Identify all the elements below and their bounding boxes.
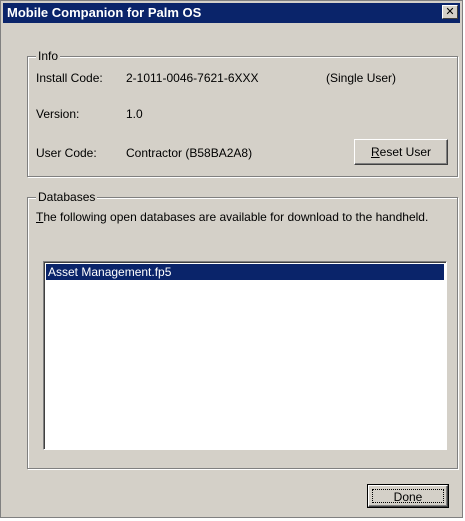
done-button-label: Done xyxy=(393,490,423,504)
info-legend: Info xyxy=(36,49,61,63)
version-label: Version: xyxy=(36,107,80,121)
databases-description-text: he following open databases are availabl… xyxy=(43,210,429,224)
window-title: Mobile Companion for Palm OS xyxy=(7,5,202,20)
done-button-focus: Done xyxy=(372,489,444,504)
install-code-value: 2-1011-0046-7621-6XXX xyxy=(126,71,259,85)
user-code-label: User Code: xyxy=(36,146,97,160)
databases-description: The following open databases are availab… xyxy=(36,210,446,224)
database-list[interactable]: Asset Management.fp5 xyxy=(43,261,447,450)
done-button[interactable]: Done xyxy=(367,484,449,508)
license-type: (Single User) xyxy=(326,71,397,85)
version-value: 1.0 xyxy=(126,107,143,121)
databases-group: Databases The following open databases a… xyxy=(27,190,458,469)
reset-user-accel: R xyxy=(370,145,380,159)
database-list-item[interactable]: Asset Management.fp5 xyxy=(46,264,444,280)
dialog-window: Mobile Companion for Palm OS ✕ Info Inst… xyxy=(0,0,463,518)
databases-legend: Databases xyxy=(36,190,98,204)
title-bar[interactable]: Mobile Companion for Palm OS ✕ xyxy=(3,3,460,23)
close-icon[interactable]: ✕ xyxy=(442,5,458,19)
user-code-value: Contractor (B58BA2A8) xyxy=(126,146,253,160)
info-group: Info Install Code: 2-1011-0046-7621-6XXX… xyxy=(27,49,458,177)
reset-user-button[interactable]: Reset User xyxy=(354,139,448,165)
install-code-label: Install Code: xyxy=(36,71,103,85)
reset-user-label: eset User xyxy=(379,145,432,159)
